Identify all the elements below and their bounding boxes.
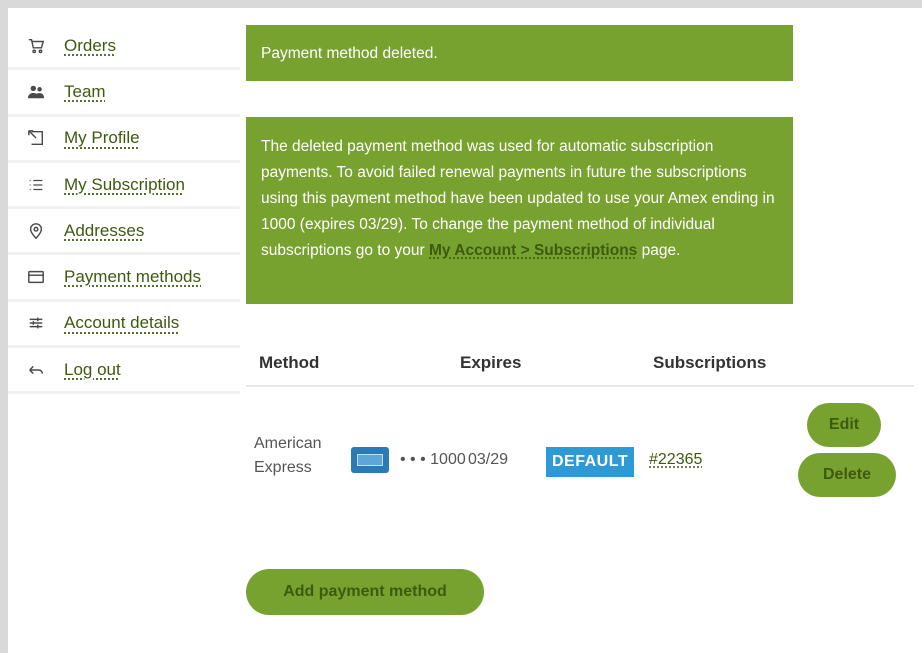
method-name: American Express [254,435,322,476]
credit-card-icon [26,267,46,287]
amex-card-icon [351,447,389,473]
sidebar-item-my-profile[interactable]: My Profile [8,117,240,163]
sidebar-item-orders[interactable]: Orders [8,24,240,71]
location-pin-icon [26,221,46,241]
sidebar-item-account-details[interactable]: Account details [8,302,240,349]
card-expiry: 03/29 [468,451,509,468]
my-account-subscriptions-link[interactable]: My Account > Subscriptions [429,242,637,259]
card-masked-number: • • • 1000 [400,451,466,468]
column-header-subscriptions: Subscriptions [653,353,767,372]
subscription-link[interactable]: #22365 [649,451,702,469]
sidebar-item-addresses[interactable]: Addresses [8,209,240,256]
default-badge: DEFAULT [546,447,635,477]
notice-suffix: page. [641,242,681,259]
add-payment-method-button[interactable]: Add payment method [246,569,484,615]
table-row: American Express • • • 1000 03/29 DEFAUL… [246,387,914,517]
sidebar-item-label[interactable]: My Profile [64,128,140,148]
edit-button[interactable]: Edit [807,403,881,447]
delete-button[interactable]: Delete [798,453,896,497]
team-icon [26,82,46,102]
list-icon [26,175,46,195]
column-header-expires: Expires [460,353,522,372]
sliders-icon [26,313,46,333]
sidebar-item-label[interactable]: Orders [64,36,116,56]
sidebar-item-label[interactable]: Account details [64,313,179,333]
sidebar-item-label[interactable]: Payment methods [64,267,201,287]
sidebar-item-label[interactable]: My Subscription [64,175,185,195]
notice-text: The deleted payment method was used for … [261,138,775,259]
sidebar-item-log-out[interactable]: Log out [8,348,240,395]
payment-methods-table-header: Method Expires Subscriptions [246,345,914,387]
column-header-method: Method [259,353,320,372]
notice-text: Payment method deleted. [261,45,438,62]
logout-arrow-icon [26,360,46,380]
sidebar-item-label[interactable]: Log out [64,360,121,380]
profile-icon [26,128,46,148]
sidebar-item-my-subscription[interactable]: My Subscription [8,163,240,210]
success-notice: Payment method deleted. [246,25,793,81]
account-sidebar: Orders Team My Profile My Subscription A… [8,24,240,395]
info-notice: The deleted payment method was used for … [246,117,793,304]
sidebar-item-label[interactable]: Addresses [64,221,144,241]
cart-icon [26,36,46,56]
sidebar-item-team[interactable]: Team [8,70,240,117]
sidebar-item-payment-methods[interactable]: Payment methods [8,255,240,302]
sidebar-item-label[interactable]: Team [64,82,106,102]
